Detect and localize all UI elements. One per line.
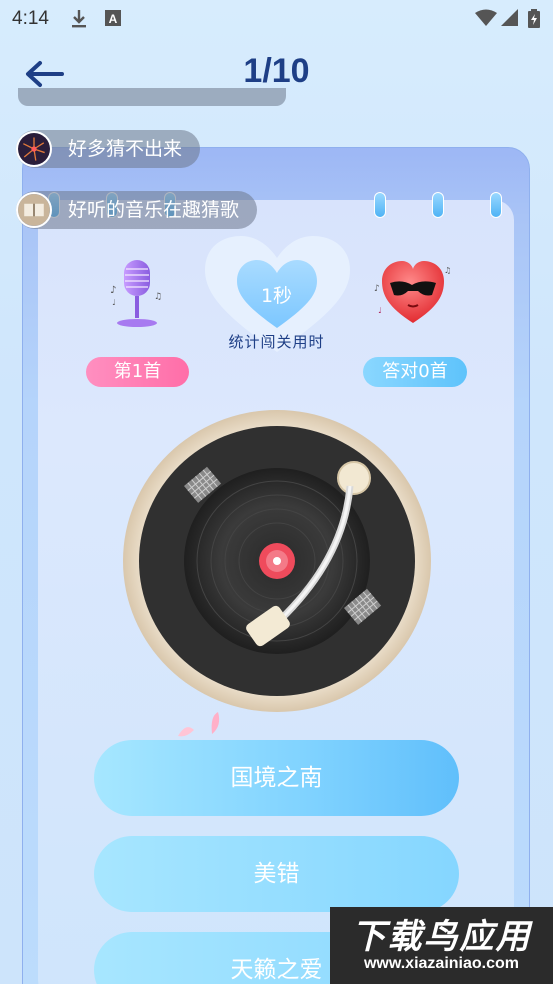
download-icon: [72, 10, 86, 28]
fireworks-avatar: [16, 131, 52, 167]
danmaku-bubble: 好听的音乐在趣猜歌: [16, 191, 258, 229]
page-title: 1/10: [243, 52, 310, 90]
binder-ring: [374, 192, 386, 218]
binder-ring: [490, 192, 502, 218]
petal-decoration: [178, 712, 220, 737]
record-player[interactable]: [122, 408, 432, 713]
battery-charging-icon: [528, 9, 540, 28]
text-a-icon: A: [105, 10, 121, 26]
status-bar: 4:14 A: [0, 0, 553, 36]
danmaku-text: 好听的音乐在趣猜歌: [68, 199, 240, 221]
danmaku-bubble-partial: [18, 88, 286, 106]
signal-icon: [501, 9, 518, 26]
cool-heart-icon: ♪ ♫ ♩: [374, 261, 451, 323]
svg-text:♫: ♫: [444, 266, 451, 275]
watermark-url: www.xiazainiao.com: [363, 955, 519, 972]
status-time: 4:14: [12, 8, 49, 29]
correct-count-pill: 答对0首: [363, 357, 467, 387]
timer-label: 统计闯关用时: [228, 333, 325, 351]
answer-option[interactable]: 美错: [94, 836, 459, 912]
timer-value: 1秒: [260, 285, 293, 307]
book-avatar: [16, 192, 52, 228]
watermark: 下载鸟应用 www.xiazainiao.com: [330, 907, 553, 984]
svg-text:♩: ♩: [378, 306, 382, 315]
answer-option[interactable]: 国境之南: [94, 740, 459, 816]
current-song-pill: 第1首: [86, 357, 189, 387]
binder-ring: [432, 192, 444, 218]
wifi-icon: [475, 9, 497, 26]
svg-text:♪: ♪: [374, 284, 380, 294]
svg-text:A: A: [109, 12, 118, 26]
danmaku-bubble: 好多猜不出来: [16, 130, 201, 168]
danmaku-text: 好多猜不出来: [68, 138, 183, 160]
watermark-title: 下载鸟应用: [351, 917, 532, 957]
